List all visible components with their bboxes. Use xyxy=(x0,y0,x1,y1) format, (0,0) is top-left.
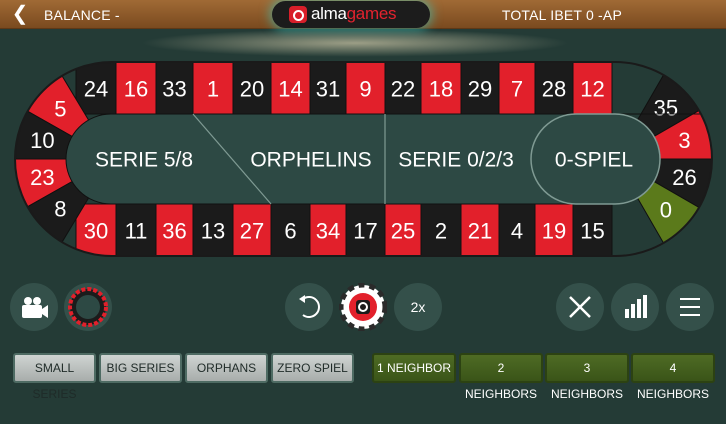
track-number-10: 10 xyxy=(30,128,54,153)
orphelins-section[interactable]: ORPHELINS xyxy=(250,149,371,172)
four-neighbors-button[interactable]: 4 NEIGHBORS xyxy=(631,353,715,401)
camera-button[interactable] xyxy=(10,283,58,331)
track-number-34: 34 xyxy=(316,219,340,244)
small-series-button[interactable]: SMALL SERIES xyxy=(13,353,96,401)
track-number-24: 24 xyxy=(84,77,108,102)
hamburger-menu-icon xyxy=(680,298,700,316)
track-number-1: 1 xyxy=(207,77,219,102)
menu-button[interactable] xyxy=(666,283,714,331)
track-number-8: 8 xyxy=(54,197,66,222)
serie-0-2-3-section[interactable]: SERIE 0/2/3 xyxy=(398,149,514,172)
track-number-30: 30 xyxy=(84,219,108,244)
big-series-button[interactable]: BIG SERIES xyxy=(99,353,182,383)
track-number-16: 16 xyxy=(124,77,148,102)
roulette-wheel-icon xyxy=(68,287,108,327)
bar-chart-icon xyxy=(625,295,647,318)
undo-icon xyxy=(299,295,320,318)
track-number-14: 14 xyxy=(278,77,302,102)
track-number-22: 22 xyxy=(391,77,415,102)
chip-icon xyxy=(339,283,387,331)
track-number-19: 19 xyxy=(542,219,566,244)
serie-5-8-section[interactable]: SERIE 5/8 xyxy=(95,149,193,172)
track-number-21: 21 xyxy=(468,219,492,244)
track-number-31: 31 xyxy=(316,77,340,102)
wheel-button[interactable] xyxy=(64,283,112,331)
track-number-15: 15 xyxy=(580,219,604,244)
track-number-9: 9 xyxy=(359,77,371,102)
track-number-35: 35 xyxy=(654,96,678,121)
track-number-13: 13 xyxy=(201,219,225,244)
track-number-3: 3 xyxy=(678,128,690,153)
statistics-button[interactable] xyxy=(611,283,659,331)
double-label: 2x xyxy=(410,299,426,315)
track-number-7: 7 xyxy=(511,77,523,102)
two-neighbors-button[interactable]: 2 NEIGHBORS xyxy=(459,353,543,401)
track-number-5: 5 xyxy=(54,96,66,121)
video-camera-icon xyxy=(22,297,48,318)
track-number-23: 23 xyxy=(30,165,54,190)
orphans-button[interactable]: ORPHANS xyxy=(185,353,268,383)
three-neighbors-button[interactable]: 3 NEIGHBORS xyxy=(545,353,629,401)
track-number-20: 20 xyxy=(240,77,264,102)
zero-spiel-button[interactable]: ZERO SPIEL xyxy=(271,353,354,383)
close-icon xyxy=(569,296,591,318)
track-number-6: 6 xyxy=(284,219,296,244)
zero-spiel-label[interactable]: 0-SPIEL xyxy=(555,149,633,172)
track-number-12: 12 xyxy=(580,77,604,102)
track-number-36: 36 xyxy=(162,219,186,244)
one-neighbor-button[interactable]: 1 NEIGHBOR xyxy=(372,353,456,383)
track-number-2: 2 xyxy=(435,219,447,244)
track-number-4: 4 xyxy=(511,219,523,244)
track-number-0: 0 xyxy=(660,197,672,222)
track-number-26: 26 xyxy=(672,165,696,190)
track-number-25: 25 xyxy=(391,219,415,244)
track-number-11: 11 xyxy=(125,219,148,244)
double-button[interactable]: 2x xyxy=(394,283,442,331)
undo-button[interactable] xyxy=(285,283,333,331)
clear-button[interactable] xyxy=(556,283,604,331)
track-number-33: 33 xyxy=(162,77,186,102)
track-number-29: 29 xyxy=(468,77,492,102)
chip-selector[interactable] xyxy=(339,283,387,331)
track-number-27: 27 xyxy=(240,219,264,244)
track-number-28: 28 xyxy=(542,77,566,102)
track-number-18: 18 xyxy=(429,77,453,102)
track-number-17: 17 xyxy=(353,219,377,244)
